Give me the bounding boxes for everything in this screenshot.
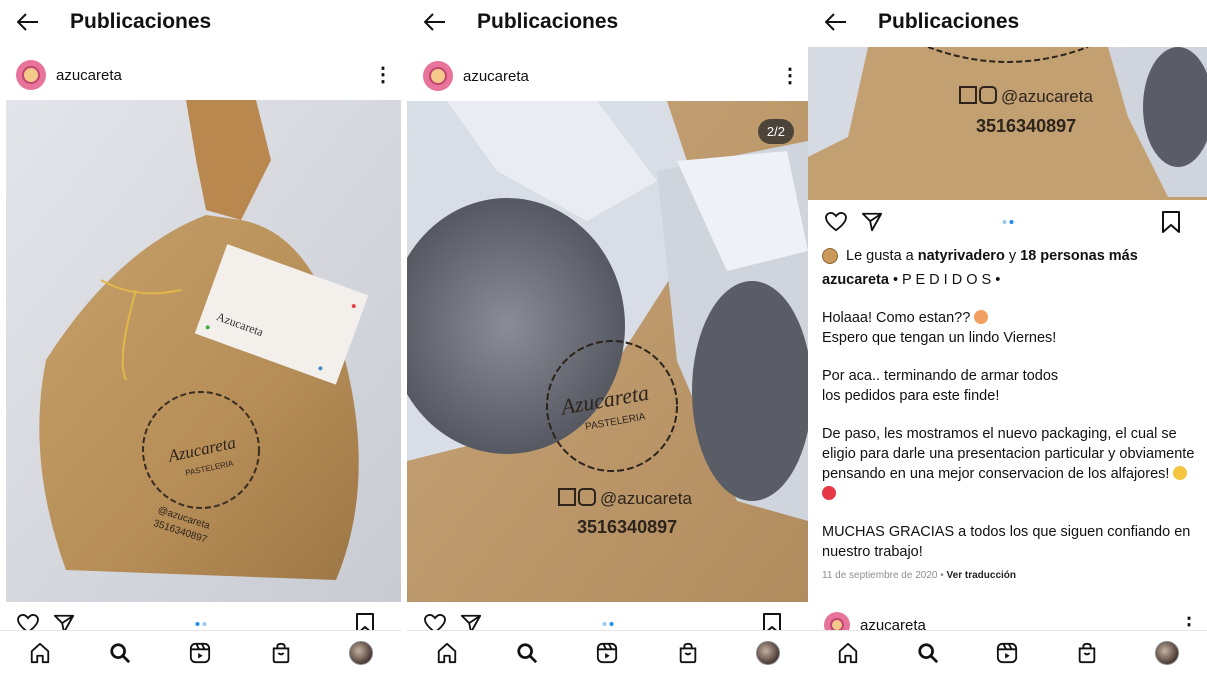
heart-emoji-icon — [822, 486, 836, 500]
likes-summary[interactable]: Le gusta a natyrivadero y 18 personas má… — [822, 246, 1195, 266]
back-arrow-icon[interactable] — [824, 10, 848, 34]
shop-bag-icon[interactable] — [673, 638, 703, 668]
caption-line: los pedidos para este finde! — [822, 388, 1000, 404]
post-image[interactable]: Azucareta Azucareta PASTELERIA @azucaret… — [6, 100, 401, 602]
username-link[interactable]: azucareta — [463, 68, 780, 85]
liker-avatar — [822, 248, 838, 264]
more-vertical-icon[interactable]: ⋮ — [780, 66, 800, 86]
stamp-handle: @azucareta — [1001, 87, 1093, 106]
post-header: azucareta ⋮ — [0, 50, 401, 100]
top-bar: Publicaciones — [0, 0, 401, 44]
caption-paragraph: Holaaa! Como estan?? Espero que tengan u… — [822, 308, 1195, 348]
home-icon[interactable] — [432, 638, 462, 668]
page-title: Publicaciones — [477, 10, 619, 33]
username-link[interactable]: azucareta — [56, 67, 373, 84]
caption-paragraph: MUCHAS GRACIAS a todos los que siguen co… — [822, 522, 1195, 562]
profile-avatar[interactable] — [346, 638, 376, 668]
image-counter: 2/2 — [757, 119, 794, 144]
translate-link[interactable]: Ver traducción — [947, 570, 1016, 581]
stamp-phone: 3516340897 — [577, 517, 677, 537]
wrapped-alfajores-photo-cropped: @azucareta 3516340897 — [808, 47, 1207, 200]
home-icon[interactable] — [25, 638, 55, 668]
back-arrow-icon[interactable] — [16, 10, 40, 34]
back-arrow-icon[interactable] — [423, 10, 447, 34]
top-bar: Publicaciones — [808, 0, 1207, 44]
likes-others[interactable]: 18 personas más — [1020, 248, 1138, 264]
meta-separator: • — [940, 570, 944, 581]
stamp-handle: @azucareta — [600, 489, 692, 508]
top-bar: Publicaciones — [407, 0, 808, 44]
search-icon[interactable] — [913, 638, 943, 668]
caption-paragraph: Por aca.. terminando de armar todos los … — [822, 366, 1195, 406]
carousel-indicator — [195, 622, 206, 626]
caption-line: Holaaa! Como estan?? — [822, 310, 971, 326]
bottom-nav — [407, 630, 808, 675]
liker-username[interactable]: natyrivadero — [918, 248, 1005, 264]
stamp-phone: 3516340897 — [976, 116, 1076, 136]
post-image[interactable]: Azucareta PASTELERIA @azucareta 35163408… — [407, 101, 808, 602]
action-bar — [808, 202, 1207, 242]
caption-line: De paso, les mostramos el nuevo packagin… — [822, 426, 1195, 482]
likes-connector: y — [1008, 248, 1017, 264]
post-screen-1: Publicaciones azucareta ⋮ Azucareta Azuc… — [0, 0, 401, 675]
bookmark-icon[interactable] — [1157, 208, 1185, 236]
post-header: azucareta ⋮ — [407, 51, 808, 101]
carousel-indicator — [602, 622, 613, 626]
more-vertical-icon[interactable]: ⋮ — [373, 65, 393, 85]
post-screen-3: Publicaciones @azucareta 3516340897 Le g… — [808, 0, 1207, 675]
page-title: Publicaciones — [70, 10, 212, 33]
caption-line: Espero que tengan un lindo Viernes! — [822, 330, 1057, 346]
caption-username[interactable]: azucareta — [822, 272, 889, 288]
wrapped-alfajores-photo: Azucareta PASTELERIA @azucareta 35163408… — [407, 101, 808, 602]
post-image[interactable]: @azucareta 3516340897 — [808, 47, 1207, 200]
caption-header: azucareta • P E D I D O S • — [822, 270, 1195, 290]
post-screen-2: Publicaciones azucareta ⋮ Azucareta PAST… — [407, 0, 808, 675]
post-caption: Le gusta a natyrivadero y 18 personas má… — [822, 246, 1195, 586]
caption-line: Por aca.. terminando de armar todos — [822, 368, 1059, 384]
bottom-nav — [0, 630, 401, 675]
smile-emoji-icon — [1173, 466, 1188, 480]
post-meta: 11 de septiembre de 2020 • Ver traducció… — [822, 566, 1195, 586]
bottom-nav — [808, 630, 1207, 675]
profile-avatar[interactable] — [1152, 638, 1182, 668]
caption-line: MUCHAS GRACIAS a todos los que siguen co… — [822, 524, 1191, 560]
page-title: Publicaciones — [878, 10, 1020, 33]
heart-icon[interactable] — [822, 208, 850, 236]
send-icon[interactable] — [858, 208, 886, 236]
carousel-indicator — [1002, 220, 1013, 224]
post-date: 11 de septiembre de 2020 — [822, 570, 938, 581]
likes-prefix: Le gusta a — [846, 248, 914, 264]
search-icon[interactable] — [512, 638, 542, 668]
profile-avatar[interactable] — [753, 638, 783, 668]
home-icon[interactable] — [833, 638, 863, 668]
search-icon[interactable] — [105, 638, 135, 668]
reels-icon[interactable] — [592, 638, 622, 668]
shop-bag-icon[interactable] — [266, 638, 296, 668]
woman-emoji-icon — [974, 310, 989, 324]
reels-icon[interactable] — [185, 638, 215, 668]
paper-bag-photo: Azucareta Azucareta PASTELERIA @azucaret… — [6, 100, 401, 602]
shop-bag-icon[interactable] — [1072, 638, 1102, 668]
avatar[interactable] — [16, 60, 46, 90]
caption-paragraph: De paso, les mostramos el nuevo packagin… — [822, 424, 1195, 504]
avatar[interactable] — [423, 61, 453, 91]
caption-headline: • P E D I D O S • — [892, 272, 1001, 288]
reels-icon[interactable] — [992, 638, 1022, 668]
